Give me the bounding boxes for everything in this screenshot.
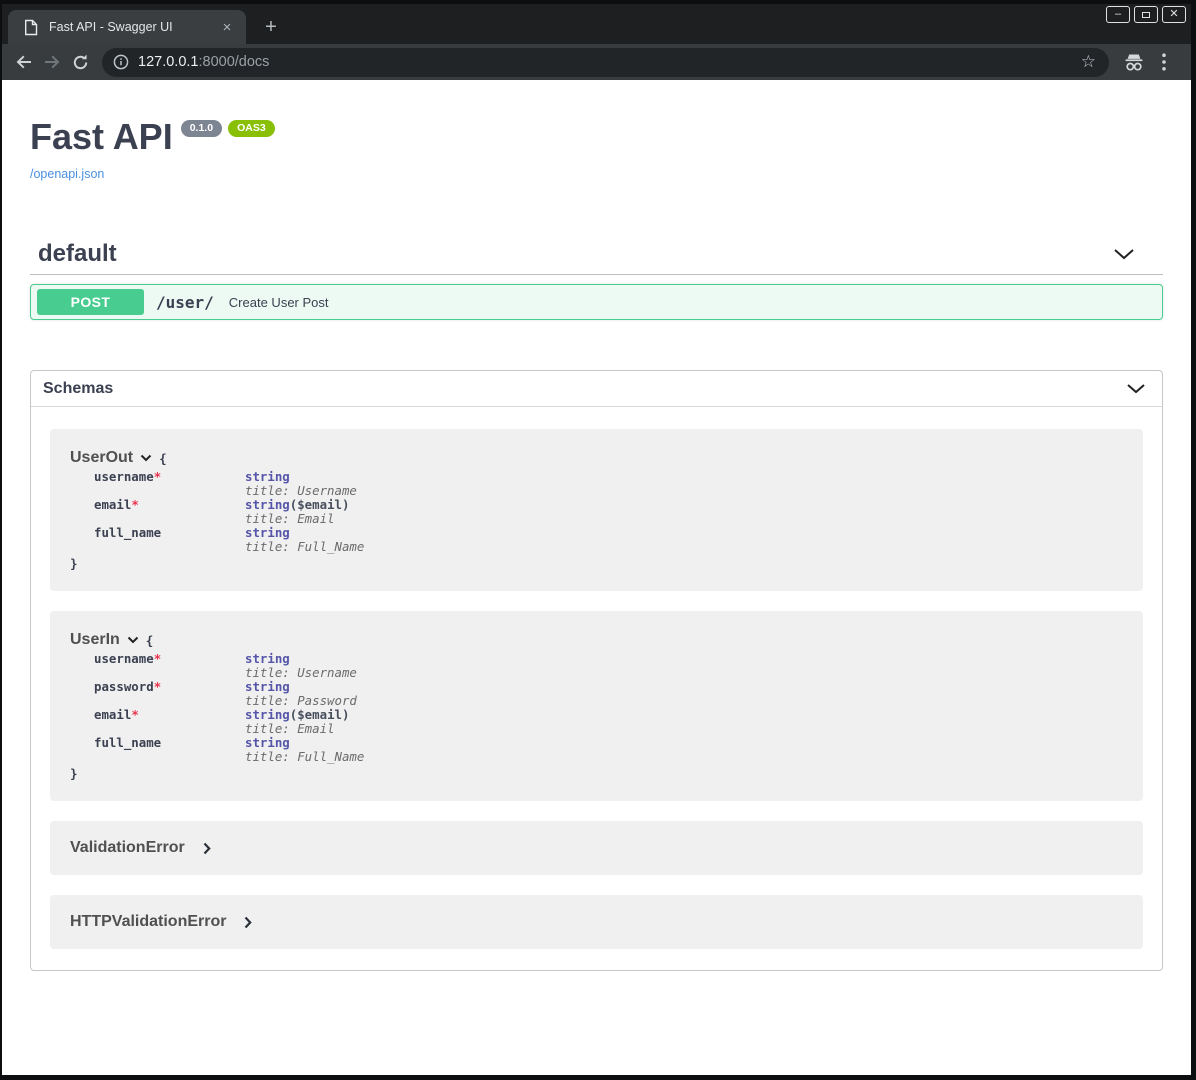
close-brace: } xyxy=(70,766,1123,781)
prop-title: title: Username xyxy=(245,665,357,680)
window-controls: – ✕ xyxy=(1106,6,1186,23)
page-favicon-icon xyxy=(24,19,38,36)
prop-name: full_name xyxy=(94,525,161,540)
prop-title: title: Full_Name xyxy=(245,749,364,764)
oas3-badge: OAS3 xyxy=(228,120,275,137)
bookmark-star-icon[interactable]: ☆ xyxy=(1078,52,1099,72)
prop-name: password xyxy=(94,679,154,694)
required-star: * xyxy=(154,469,161,484)
tab-close-icon[interactable]: × xyxy=(218,18,236,36)
chevron-down-icon[interactable] xyxy=(1113,248,1135,260)
prop-type: string xyxy=(245,679,290,694)
property-row-username: username* stringtitle: Username xyxy=(70,652,1123,680)
required-star: * xyxy=(154,651,161,666)
required-star: * xyxy=(154,679,161,694)
prop-format: ($email) xyxy=(290,497,350,512)
property-row-full-name: full_name stringtitle: Full_Name xyxy=(70,526,1123,554)
openapi-spec-link[interactable]: /openapi.json xyxy=(30,167,104,181)
model-httpvalidationerror[interactable]: HTTPValidationError xyxy=(50,895,1143,949)
prop-type: string xyxy=(245,497,290,512)
address-bar[interactable]: 127.0.0.1:8000/docs ☆ xyxy=(102,48,1109,77)
browser-toolbar: 127.0.0.1:8000/docs ☆ xyxy=(2,44,1191,80)
prop-name: username xyxy=(94,469,154,484)
minimize-button[interactable]: – xyxy=(1106,6,1130,23)
tag-section-default: default POST /user/ Create User Post xyxy=(30,234,1163,320)
site-info-icon[interactable] xyxy=(113,54,129,70)
prop-title: title: Username xyxy=(245,483,357,498)
model-name: UserIn xyxy=(70,631,120,649)
model-userout: UserOut { username* stringtitle: Usernam… xyxy=(50,429,1143,591)
schemas-body: UserOut { username* stringtitle: Usernam… xyxy=(31,407,1162,970)
property-row-password: password* stringtitle: Password xyxy=(70,680,1123,708)
tag-name: default xyxy=(38,240,117,268)
open-brace: { xyxy=(146,633,154,648)
prop-title: title: Email xyxy=(245,511,335,526)
url-host: 127.0.0.1 xyxy=(138,54,198,70)
chevron-down-icon[interactable] xyxy=(140,454,152,462)
chevron-right-icon[interactable] xyxy=(244,916,252,929)
operation-path: /user/ xyxy=(156,293,214,312)
api-title: Fast API xyxy=(30,116,173,158)
required-star: * xyxy=(131,707,138,722)
open-brace: { xyxy=(159,451,167,466)
prop-title: title: Full_Name xyxy=(245,539,364,554)
schemas-title: Schemas xyxy=(43,380,113,398)
chevron-down-icon[interactable] xyxy=(1126,383,1146,394)
chevron-right-icon[interactable] xyxy=(203,842,211,855)
prop-title: title: Password xyxy=(245,693,357,708)
model-title-row[interactable]: UserIn { xyxy=(70,631,1123,649)
model-title-row[interactable]: UserOut { xyxy=(70,449,1123,467)
titlebar: Fast API - Swagger UI × + – ✕ xyxy=(2,4,1191,44)
reload-button[interactable] xyxy=(66,48,94,76)
url-text[interactable]: 127.0.0.1:8000/docs xyxy=(138,54,1078,70)
method-badge: POST xyxy=(37,289,144,315)
prop-name: email xyxy=(94,707,131,722)
schemas-header[interactable]: Schemas xyxy=(31,371,1162,407)
close-brace: } xyxy=(70,556,1123,571)
prop-name: full_name xyxy=(94,735,161,750)
close-button[interactable]: ✕ xyxy=(1162,6,1186,23)
prop-type: string xyxy=(245,707,290,722)
property-row-full-name: full_name stringtitle: Full_Name xyxy=(70,736,1123,764)
prop-title: title: Email xyxy=(245,721,335,736)
back-button[interactable] xyxy=(10,48,38,76)
prop-name: email xyxy=(94,497,131,512)
model-name: UserOut xyxy=(70,449,133,467)
property-row-email: email* string($email)title: Email xyxy=(70,498,1123,526)
opblock-post-user[interactable]: POST /user/ Create User Post xyxy=(30,284,1163,320)
prop-type: string xyxy=(245,651,290,666)
model-name: ValidationError xyxy=(70,839,185,857)
browser-tab[interactable]: Fast API - Swagger UI × xyxy=(8,10,246,44)
swagger-page: Fast API 0.1.0 OAS3 /openapi.json defaul… xyxy=(2,80,1191,1075)
prop-type: string xyxy=(245,469,290,484)
prop-format: ($email) xyxy=(290,707,350,722)
tag-header[interactable]: default xyxy=(30,234,1163,274)
model-name: HTTPValidationError xyxy=(70,913,226,931)
tag-divider xyxy=(30,274,1163,275)
model-userin: UserIn { username* stringtitle: Username… xyxy=(50,611,1143,801)
model-validationerror[interactable]: ValidationError xyxy=(50,821,1143,875)
url-path: :8000/docs xyxy=(198,54,269,70)
maximize-icon xyxy=(1142,12,1150,18)
tab-title: Fast API - Swagger UI xyxy=(49,20,218,34)
browser-menu-icon[interactable] xyxy=(1149,48,1179,76)
property-row-username: username* stringtitle: Username xyxy=(70,470,1123,498)
prop-name: username xyxy=(94,651,154,666)
incognito-icon xyxy=(1119,48,1149,76)
schemas-section: Schemas UserOut { xyxy=(30,370,1163,971)
maximize-button[interactable] xyxy=(1134,6,1158,23)
required-star: * xyxy=(131,497,138,512)
new-tab-button[interactable]: + xyxy=(258,14,284,40)
prop-type: string xyxy=(245,525,290,540)
property-row-email: email* string($email)title: Email xyxy=(70,708,1123,736)
api-info: Fast API 0.1.0 OAS3 /openapi.json xyxy=(30,80,1163,183)
forward-button[interactable] xyxy=(38,48,66,76)
browser-window: Fast API - Swagger UI × + – ✕ 127.0.0.1:… xyxy=(0,0,1196,1080)
prop-type: string xyxy=(245,735,290,750)
chevron-down-icon[interactable] xyxy=(127,636,139,644)
version-badge: 0.1.0 xyxy=(181,120,222,137)
operation-summary: Create User Post xyxy=(229,295,329,310)
